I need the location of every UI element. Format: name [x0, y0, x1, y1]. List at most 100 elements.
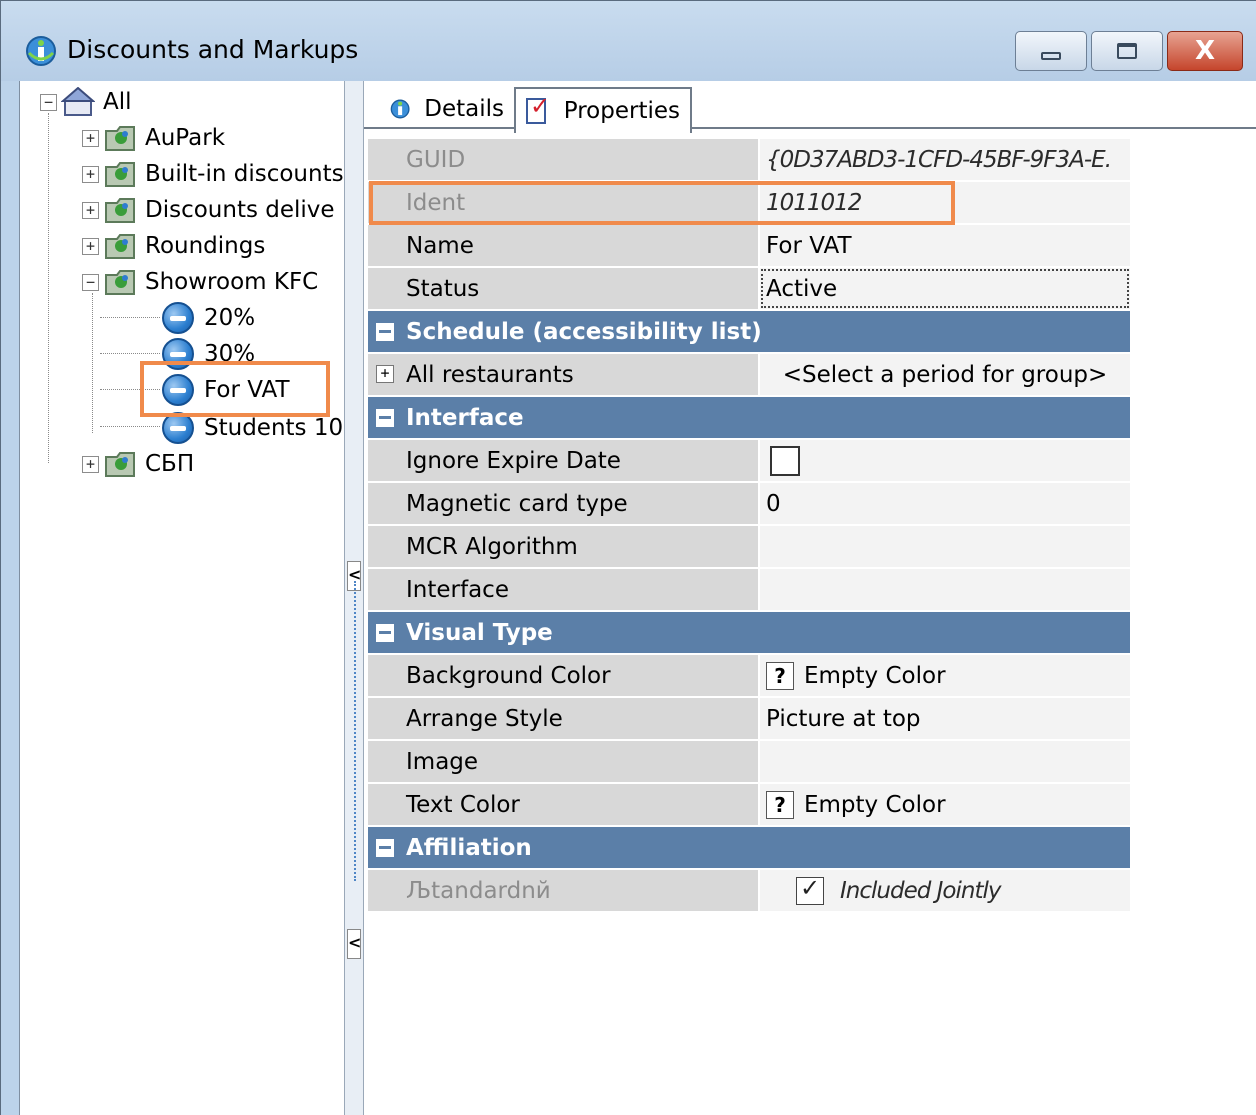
ignore-expire-checkbox[interactable]	[770, 445, 800, 476]
property-name: + All restaurants	[368, 354, 758, 395]
highlight-ident	[369, 181, 955, 225]
title-bar[interactable]: Discounts and Markups X	[1, 1, 1256, 81]
category-label: Interface	[406, 404, 524, 431]
tree-item-showroom-kfc[interactable]: − Showroom KFC	[82, 265, 318, 299]
expand-toggle[interactable]: +	[82, 201, 99, 219]
property-name: Arrange Style	[368, 698, 758, 739]
property-row-magnetic-card-type[interactable]: Magnetic card type 0	[368, 483, 1130, 526]
property-value[interactable]	[760, 569, 1130, 610]
category-interface[interactable]: Interface	[368, 397, 1130, 438]
panel-splitter[interactable]: < <	[344, 81, 364, 1115]
property-value[interactable]: Picture at top	[760, 698, 1130, 739]
category-visual-type[interactable]: Visual Type	[368, 612, 1130, 653]
tree-item-label: СБП	[145, 451, 195, 477]
color-value-text: Empty Color	[804, 791, 946, 818]
tree-item-aupark[interactable]: + AuPark	[82, 121, 225, 155]
property-row-standard[interactable]: Љtandardnй Included Jointly	[368, 870, 1130, 913]
property-value[interactable]	[760, 741, 1130, 782]
category-label: Visual Type	[406, 619, 553, 646]
property-value[interactable]: Included Jointly	[760, 870, 1130, 911]
expand-toggle[interactable]: +	[82, 455, 99, 473]
property-name: Name	[368, 225, 758, 266]
tab-details[interactable]: Details	[380, 87, 514, 131]
minimize-button[interactable]	[1015, 31, 1087, 71]
category-label: Affiliation	[406, 834, 532, 861]
properties-checkbox-icon	[526, 92, 550, 124]
tree-item-roundings[interactable]: + Roundings	[82, 229, 265, 263]
property-row-mcr-algorithm[interactable]: MCR Algorithm	[368, 526, 1130, 569]
discount-tree[interactable]: − All + AuPark + Built-in discounts + Di…	[20, 81, 344, 1115]
tree-item-label: AuPark	[145, 125, 226, 151]
maximize-button[interactable]	[1091, 31, 1163, 71]
tree-item-label: Roundings	[145, 233, 266, 259]
category-label: Schedule (accessibility list)	[406, 318, 762, 345]
color-value-text: Empty Color	[804, 662, 946, 689]
collapse-left-arrow-icon[interactable]: <	[347, 929, 361, 959]
property-row-text-color[interactable]: Text Color ? Empty Color	[368, 784, 1130, 827]
details-icon	[390, 99, 410, 119]
collapse-icon[interactable]	[376, 838, 394, 857]
property-row-all-restaurants[interactable]: + All restaurants <Select a period for g…	[368, 354, 1130, 397]
property-row-name[interactable]: Name For VAT	[368, 225, 1130, 268]
discount-icon	[162, 302, 194, 334]
category-affiliation[interactable]: Affiliation	[368, 827, 1130, 868]
collapse-toggle[interactable]: −	[82, 273, 99, 291]
group-folder-icon	[105, 270, 135, 295]
expand-toggle[interactable]: +	[82, 237, 99, 255]
collapse-icon[interactable]	[376, 408, 394, 427]
property-name: Interface	[368, 569, 758, 610]
property-row-background-color[interactable]: Background Color ? Empty Color	[368, 655, 1130, 698]
collapse-toggle[interactable]: −	[40, 93, 57, 111]
property-value[interactable]	[760, 526, 1130, 567]
property-value[interactable]: 0	[760, 483, 1130, 524]
tree-item-all[interactable]: − All	[40, 85, 132, 119]
property-row-guid[interactable]: GUID {0D37ABD3-1CFD-45BF-9F3A-E.	[368, 139, 1130, 182]
tab-details-label: Details	[424, 96, 504, 122]
property-value[interactable]: ? Empty Color	[760, 784, 1130, 825]
tree-connector	[92, 293, 93, 433]
tree-item-label: Built-in discounts	[145, 161, 344, 187]
status-dropdown[interactable]: Active	[760, 268, 1130, 309]
close-button[interactable]: X	[1167, 31, 1243, 71]
property-name: Magnetic card type	[368, 483, 758, 524]
empty-color-swatch-icon: ?	[766, 790, 794, 819]
tree-item-built-in-discounts[interactable]: + Built-in discounts	[82, 157, 344, 191]
property-name: Status	[368, 268, 758, 309]
tree-item-label: All	[103, 89, 132, 115]
property-value[interactable]: {0D37ABD3-1CFD-45BF-9F3A-E.	[760, 139, 1130, 180]
property-name-text: All restaurants	[406, 361, 574, 388]
property-row-ignore-expire-date[interactable]: Ignore Expire Date	[368, 440, 1130, 483]
window-title: Discounts and Markups	[67, 35, 359, 64]
category-schedule[interactable]: Schedule (accessibility list)	[368, 311, 1130, 352]
tree-item-20[interactable]: 20%	[162, 301, 255, 335]
tree-item-sbp[interactable]: + СБП	[82, 447, 194, 481]
expand-toggle[interactable]: +	[82, 129, 99, 147]
tree-item-discounts-delivery[interactable]: + Discounts delive	[82, 193, 335, 227]
tree-connector	[100, 317, 160, 318]
collapse-icon[interactable]	[376, 623, 394, 642]
property-value[interactable]: ? Empty Color	[760, 655, 1130, 696]
property-row-status[interactable]: Status Active	[368, 268, 1130, 311]
tab-properties[interactable]: Properties	[514, 87, 692, 133]
group-folder-icon	[105, 198, 135, 223]
included-jointly-checkbox[interactable]	[796, 874, 824, 905]
expand-toggle[interactable]: +	[376, 365, 394, 383]
discounts-window: Discounts and Markups X − All + AuPark +…	[0, 0, 1256, 1115]
property-name: Ignore Expire Date	[368, 440, 758, 481]
splitter-grip[interactable]	[354, 581, 356, 881]
property-value[interactable]: For VAT	[760, 225, 1130, 266]
property-row-image[interactable]: Image	[368, 741, 1130, 784]
property-row-arrange-style[interactable]: Arrange Style Picture at top	[368, 698, 1130, 741]
highlight-for-vat	[140, 361, 330, 417]
property-value[interactable]	[760, 440, 1130, 481]
house-icon	[61, 87, 95, 116]
maximize-icon	[1117, 43, 1137, 59]
properties-panel: Details Properties GUID {0D37ABD3-1CFD-4…	[364, 81, 1256, 1115]
minimize-icon	[1041, 52, 1061, 60]
property-name: MCR Algorithm	[368, 526, 758, 567]
collapse-icon[interactable]	[376, 322, 394, 341]
expand-toggle[interactable]: +	[82, 165, 99, 183]
property-value[interactable]: <Select a period for group>	[760, 354, 1130, 395]
property-row-interface[interactable]: Interface	[368, 569, 1130, 612]
tab-strip: Details Properties	[364, 81, 1256, 133]
